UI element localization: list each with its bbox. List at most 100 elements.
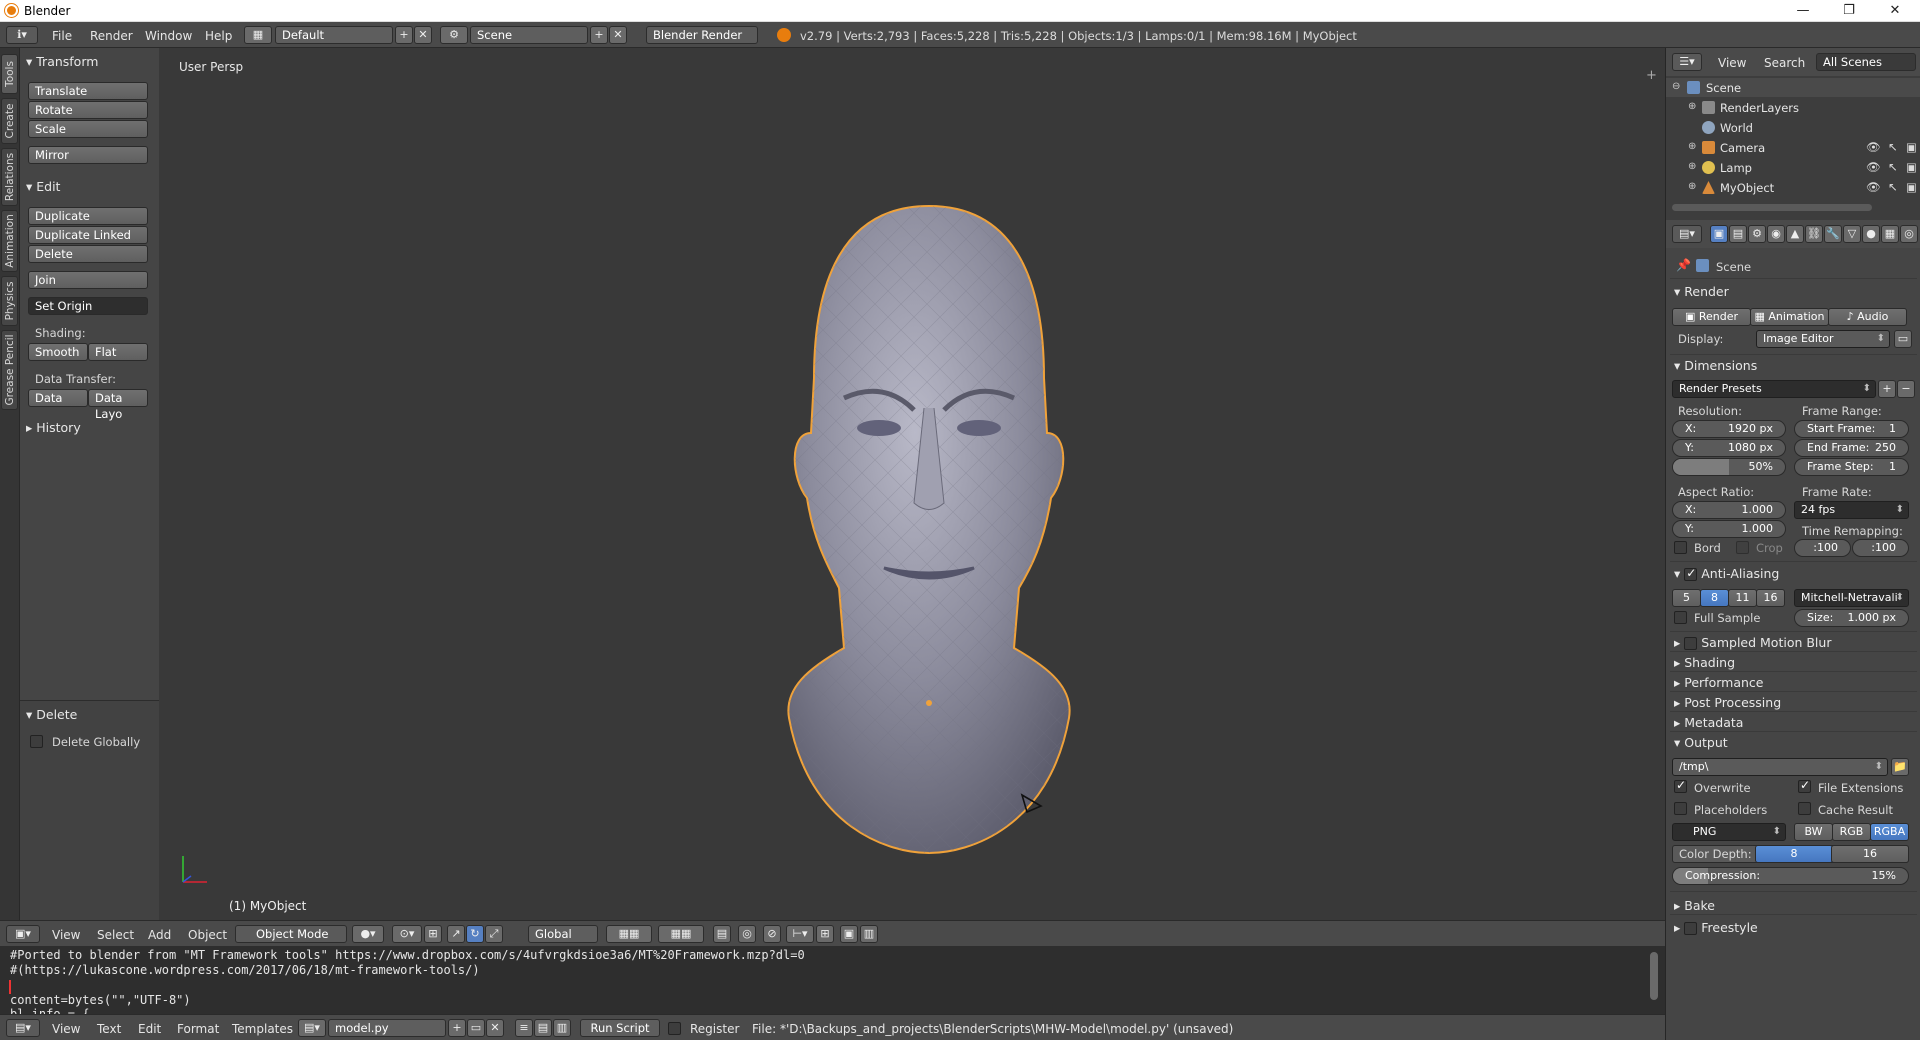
- add-scene-icon[interactable]: +: [590, 26, 608, 44]
- aa-filter-select[interactable]: Mitchell-Netravali: [1794, 589, 1909, 607]
- file-format-select[interactable]: PNG: [1672, 823, 1786, 841]
- text-editor[interactable]: #Ported to blender from "MT Framework to…: [0, 946, 1665, 1014]
- tab-relations[interactable]: Relations: [1, 148, 18, 206]
- snap-target-icon[interactable]: ⊞: [816, 925, 834, 943]
- lamp-render-icon[interactable]: ▣: [1906, 160, 1917, 174]
- panel-shading-header[interactable]: ▸ Shading: [1674, 655, 1735, 670]
- render-engine-select[interactable]: Blender Render: [646, 26, 758, 44]
- menu-select[interactable]: Select: [97, 928, 134, 942]
- cache-result-checkbox[interactable]: [1798, 802, 1811, 815]
- pivot-point-icon[interactable]: ⊙▾: [392, 925, 422, 943]
- color-rgb-button[interactable]: RGB: [1832, 823, 1871, 841]
- mirror-button[interactable]: Mirror: [28, 146, 148, 164]
- scene-field[interactable]: Scene: [470, 26, 588, 44]
- myobject-select-arrow-icon[interactable]: ↖: [1888, 180, 1898, 194]
- frame-rate-select[interactable]: 24 fps: [1794, 501, 1909, 519]
- myobject-visibility-eye-icon[interactable]: 👁: [1866, 180, 1881, 194]
- add-layout-icon[interactable]: +: [395, 26, 413, 44]
- anti-aliasing-checkbox[interactable]: [1684, 566, 1698, 581]
- add-preset-icon[interactable]: +: [1878, 380, 1896, 398]
- new-text-icon[interactable]: +: [448, 1019, 466, 1037]
- delete-globally-checkbox[interactable]: [30, 735, 43, 748]
- tab-grease-pencil[interactable]: Grease Pencil: [1, 330, 18, 410]
- panel-freestyle-header[interactable]: ▸ Freestyle: [1674, 920, 1758, 935]
- word-wrap-icon[interactable]: ▤: [534, 1019, 552, 1037]
- head-mesh[interactable]: [719, 148, 1139, 868]
- display-window-icon[interactable]: ▭: [1894, 330, 1912, 348]
- remove-layout-icon[interactable]: ✕: [414, 26, 432, 44]
- layers-grid-2-icon[interactable]: ▦▦: [658, 925, 704, 943]
- menu-render[interactable]: Render: [90, 29, 133, 43]
- panel-dimensions-header[interactable]: ▾ Dimensions: [1674, 358, 1757, 373]
- outliner-item-myobject[interactable]: ⊕ MyObject 👁 ↖ ▣: [1666, 178, 1920, 197]
- minimize-button[interactable]: —: [1780, 1, 1826, 21]
- proportional-edit-icon[interactable]: ◎: [738, 925, 756, 943]
- crop-checkbox[interactable]: [1736, 541, 1749, 554]
- panel-metadata-header[interactable]: ▸ Metadata: [1674, 715, 1743, 730]
- panel-history-header[interactable]: ▸ History: [26, 420, 81, 435]
- 3d-viewport[interactable]: User Persp + (1) MyObject: [159, 48, 1665, 920]
- outliner-menu-search[interactable]: Search: [1764, 56, 1805, 70]
- camera-visibility-eye-icon[interactable]: 👁: [1866, 140, 1881, 154]
- menu-text-view[interactable]: View: [52, 1022, 80, 1036]
- outliner-item-world[interactable]: World: [1666, 118, 1920, 137]
- syntax-highlight-icon[interactable]: ▥: [553, 1019, 571, 1037]
- menu-text-format[interactable]: Format: [177, 1022, 219, 1036]
- panel-edit-header[interactable]: ▾ Edit: [26, 179, 60, 194]
- outliner-item-lamp[interactable]: ⊕ Lamp 👁 ↖ ▣: [1666, 158, 1920, 177]
- panel-anti-aliasing-header[interactable]: ▾ Anti-Aliasing: [1674, 566, 1779, 581]
- outliner-scrollbar[interactable]: [1672, 204, 1872, 211]
- screen-layout-icon[interactable]: ▦: [244, 26, 272, 44]
- compression-slider[interactable]: Compression: 15%: [1672, 867, 1909, 885]
- tab-tools[interactable]: Tools: [1, 54, 18, 94]
- rotate-button[interactable]: Rotate: [28, 101, 148, 119]
- object-mode-select[interactable]: Object Mode: [235, 925, 347, 943]
- editor-type-text-icon[interactable]: ▤▾: [6, 1019, 40, 1037]
- remove-scene-icon[interactable]: ✕: [609, 26, 627, 44]
- freestyle-checkbox[interactable]: [1684, 922, 1698, 935]
- end-frame-field[interactable]: End Frame: 250: [1794, 439, 1909, 457]
- data-transfer-button[interactable]: Data: [28, 389, 88, 407]
- overwrite-checkbox[interactable]: [1674, 778, 1687, 793]
- physics-context-icon[interactable]: ◎: [1900, 225, 1918, 243]
- text-file-field[interactable]: model.py: [328, 1019, 446, 1037]
- remap-new-field[interactable]: :100: [1852, 539, 1909, 557]
- render-presets-select[interactable]: Render Presets: [1672, 380, 1876, 398]
- unlink-text-icon[interactable]: ✕: [486, 1019, 504, 1037]
- run-script-button[interactable]: Run Script: [580, 1019, 660, 1037]
- rotate-manipulator-icon[interactable]: ↻: [466, 925, 484, 943]
- pin-icon[interactable]: 📌: [1676, 258, 1691, 272]
- color-depth-16-button[interactable]: 16: [1831, 845, 1909, 863]
- resolution-x-field[interactable]: X: 1920 px: [1672, 420, 1786, 438]
- display-select[interactable]: Image Editor: [1756, 330, 1890, 348]
- full-sample-checkbox[interactable]: [1674, 611, 1687, 624]
- editor-type-3dview-icon[interactable]: ▣▾: [6, 925, 40, 943]
- translate-button[interactable]: Translate: [28, 82, 148, 100]
- menu-add[interactable]: Add: [148, 928, 171, 942]
- output-browse-folder-icon[interactable]: 📁: [1891, 758, 1909, 776]
- resolution-y-field[interactable]: Y: 1080 px: [1672, 439, 1786, 457]
- audio-button[interactable]: ♪ Audio: [1828, 308, 1907, 326]
- transform-orientation-select[interactable]: Global: [528, 925, 598, 943]
- resolution-percentage-field[interactable]: 50%: [1672, 458, 1786, 476]
- animation-button[interactable]: ▦ Animation: [1750, 308, 1829, 326]
- scale-button[interactable]: Scale: [28, 120, 148, 138]
- menu-view[interactable]: View: [52, 928, 80, 942]
- menu-text-templates[interactable]: Templates: [232, 1022, 293, 1036]
- aa-samples-16-button[interactable]: 16: [1756, 589, 1785, 607]
- menu-text-text[interactable]: Text: [97, 1022, 121, 1036]
- menu-help[interactable]: Help: [205, 29, 232, 43]
- start-frame-field[interactable]: Start Frame: 1: [1794, 420, 1909, 438]
- duplicate-linked-button[interactable]: Duplicate Linked: [28, 226, 148, 244]
- panel-sampled-motion-blur-header[interactable]: ▸ Sampled Motion Blur: [1674, 635, 1831, 650]
- operator-delete-header[interactable]: ▾ Delete: [26, 707, 77, 722]
- render-button[interactable]: ▣ Render: [1672, 308, 1751, 326]
- outliner-item-camera[interactable]: ⊕ Camera 👁 ↖ ▣: [1666, 138, 1920, 157]
- myobject-render-icon[interactable]: ▣: [1906, 180, 1917, 194]
- shade-flat-button[interactable]: Flat: [88, 343, 148, 361]
- set-origin-select[interactable]: Set Origin: [28, 297, 148, 315]
- aspect-y-field[interactable]: Y: 1.000: [1672, 520, 1786, 538]
- viewport-shading-icon[interactable]: ●▾: [352, 925, 384, 943]
- lamp-select-arrow-icon[interactable]: ↖: [1888, 160, 1898, 174]
- menu-text-edit[interactable]: Edit: [138, 1022, 161, 1036]
